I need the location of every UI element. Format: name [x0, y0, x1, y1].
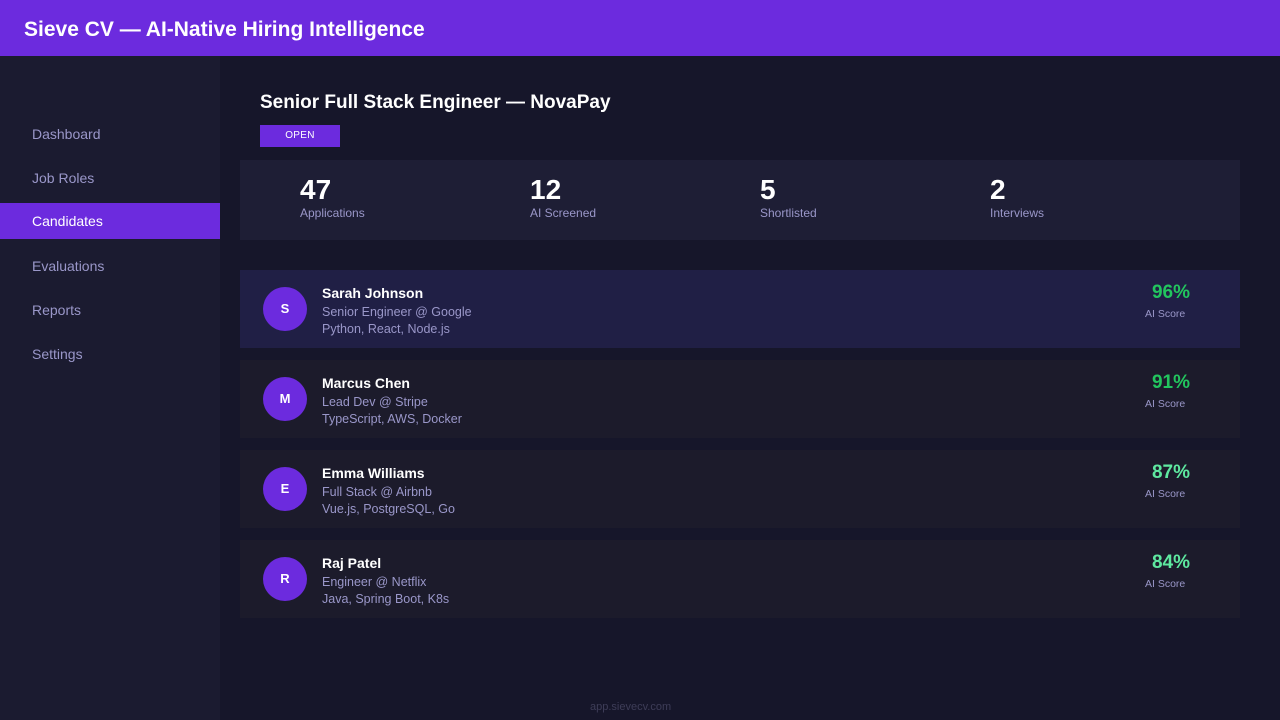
ai-score-label: AI Score: [1145, 308, 1186, 320]
candidate-role: Full Stack @ Airbnb: [322, 485, 432, 499]
ai-score-value: 87%: [1151, 462, 1190, 483]
avatar: E: [263, 467, 307, 511]
job-title: Senior Full Stack Engineer — NovaPay: [260, 92, 611, 113]
ai-score-label: AI Score: [1145, 488, 1186, 500]
main-content: Senior Full Stack Engineer — NovaPay OPE…: [220, 56, 1280, 720]
stat-label: Interviews: [990, 206, 1045, 220]
stat-label: Applications: [300, 206, 365, 220]
candidate-role: Engineer @ Netflix: [322, 575, 427, 589]
candidate-skills: TypeScript, AWS, Docker: [322, 412, 462, 426]
avatar: S: [263, 287, 307, 331]
sidebar-item-settings[interactable]: Settings: [0, 336, 220, 372]
candidate-name: Emma Williams: [322, 465, 425, 481]
ai-score-label: AI Score: [1145, 398, 1186, 410]
candidate-name: Sarah Johnson: [322, 285, 424, 301]
candidate-skills: Python, React, Node.js: [322, 322, 450, 336]
candidate-card-raj-patel[interactable]: R Raj Patel Engineer @ Netflix Java, Spr…: [240, 540, 1240, 618]
stat-label: Shortlisted: [760, 206, 817, 220]
sidebar-item-candidates[interactable]: Candidates: [0, 203, 220, 239]
status-badge: OPEN: [260, 125, 340, 147]
ai-score-value: 91%: [1151, 372, 1190, 393]
ai-score-label: AI Score: [1145, 578, 1186, 590]
sidebar-item-dashboard[interactable]: Dashboard: [0, 116, 220, 152]
stats-bar: 47 Applications 12 AI Screened 5 Shortli…: [240, 160, 1240, 240]
stat-value: 12: [530, 174, 562, 205]
avatar: R: [263, 557, 307, 601]
candidate-name: Raj Patel: [322, 555, 382, 571]
avatar: M: [263, 377, 307, 421]
candidate-skills: Vue.js, PostgreSQL, Go: [322, 502, 455, 516]
sidebar-item-evaluations[interactable]: Evaluations: [0, 248, 220, 284]
ai-score-value: 96%: [1151, 282, 1190, 303]
stat-value: 47: [300, 174, 332, 205]
app-title: Sieve CV — AI-Native Hiring Intelligence: [24, 18, 425, 41]
footer-url: app.sievecv.com: [590, 701, 672, 713]
candidate-skills: Java, Spring Boot, K8s: [322, 592, 450, 606]
sidebar: Dashboard Job Roles Candidates Evaluatio…: [0, 56, 220, 720]
top-bar: Sieve CV — AI-Native Hiring Intelligence: [0, 0, 1280, 56]
sidebar-item-job-roles[interactable]: Job Roles: [0, 160, 220, 196]
stat-value: 5: [760, 174, 776, 205]
stat-label: AI Screened: [530, 206, 597, 220]
stat-shortlisted: 5 Shortlisted: [760, 174, 817, 220]
ai-score-value: 84%: [1151, 552, 1190, 573]
sidebar-item-reports[interactable]: Reports: [0, 292, 220, 328]
candidate-card-marcus-chen[interactable]: M Marcus Chen Lead Dev @ Stripe TypeScri…: [240, 360, 1240, 438]
stat-ai-screened: 12 AI Screened: [530, 174, 596, 220]
candidate-role: Senior Engineer @ Google: [322, 305, 472, 319]
stat-value: 2: [990, 174, 1006, 205]
candidate-card-sarah-johnson[interactable]: S Sarah Johnson Senior Engineer @ Google…: [240, 270, 1240, 348]
stat-interviews: 2 Interviews: [990, 174, 1044, 220]
candidate-name: Marcus Chen: [322, 375, 410, 391]
candidate-role: Lead Dev @ Stripe: [322, 395, 428, 409]
stat-applications: 47 Applications: [300, 174, 365, 220]
candidate-card-emma-williams[interactable]: E Emma Williams Full Stack @ Airbnb Vue.…: [240, 450, 1240, 528]
